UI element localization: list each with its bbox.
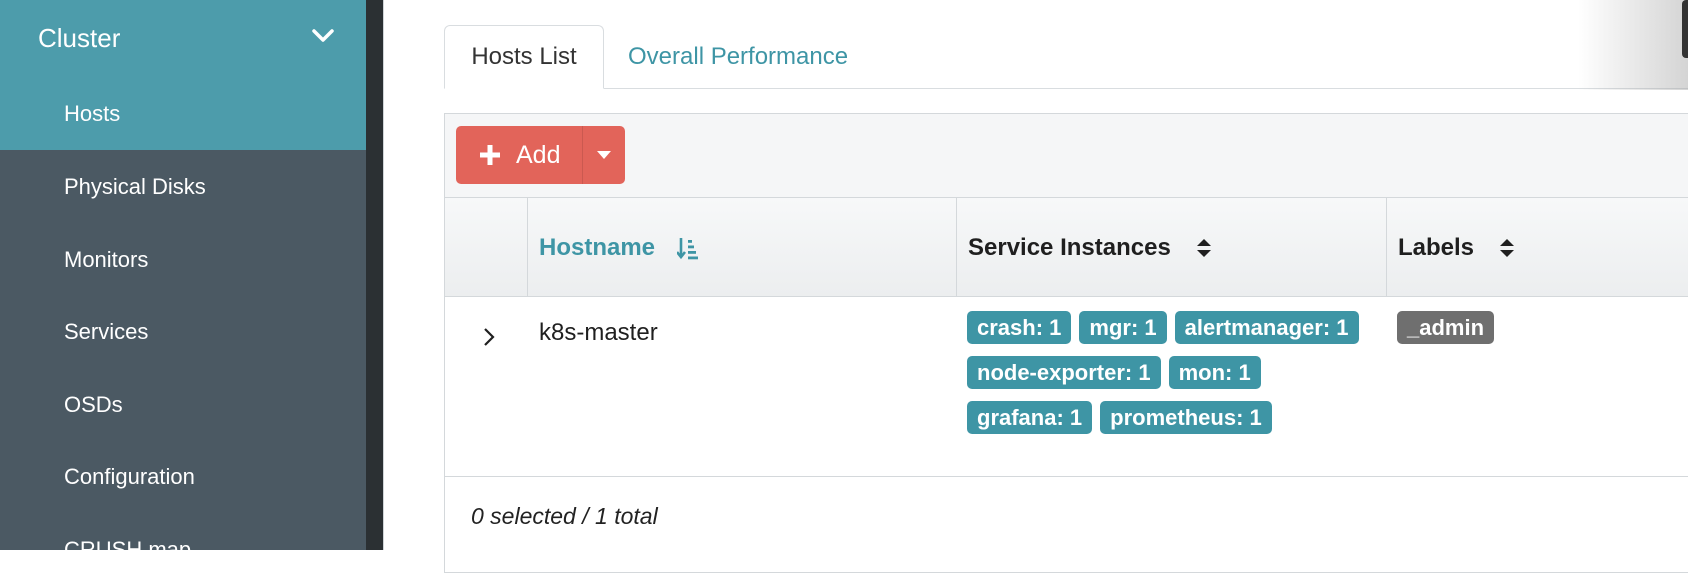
service-badge: grafana: 1 — [967, 401, 1093, 434]
column-header-service-instances[interactable]: Service Instances — [968, 198, 1215, 297]
add-dropdown-toggle[interactable] — [583, 126, 625, 184]
column-header-label: Labels — [1398, 233, 1475, 261]
service-instances-cell: crash: 1 mgr: 1 alertmanager: 1 node-exp… — [967, 311, 1387, 434]
tab-label: Hosts List — [471, 43, 577, 70]
sidebar: Cluster Hosts Physical Disks Monitors Se… — [0, 0, 366, 550]
sidebar-item-crush-map[interactable]: CRUSH map — [0, 514, 366, 550]
hostname-cell: k8s-master — [539, 319, 658, 346]
column-header-hostname[interactable]: Hostname — [539, 198, 699, 297]
column-header-labels[interactable]: Labels — [1398, 198, 1518, 297]
sidebar-item-configuration[interactable]: Configuration — [0, 441, 366, 513]
chevron-down-icon — [312, 29, 334, 42]
window-edge — [1682, 0, 1688, 58]
window-edge-shadow — [1578, 0, 1688, 90]
service-badge: alertmanager: 1 — [1174, 311, 1359, 344]
tab-overall-performance[interactable]: Overall Performance — [628, 25, 848, 89]
sidebar-divider — [383, 0, 384, 550]
sidebar-item-services[interactable]: Services — [0, 296, 366, 368]
column-header-label: Hostname — [539, 233, 656, 261]
plus-icon — [480, 145, 500, 165]
sort-icon — [1196, 238, 1211, 257]
sidebar-item-label: Services — [64, 319, 149, 344]
sidebar-item-cluster[interactable]: Cluster — [0, 0, 366, 76]
table-row[interactable]: k8s-master crash: 1 mgr: 1 alertmanager:… — [445, 297, 1688, 477]
sidebar-item-hosts[interactable]: Hosts — [0, 78, 366, 150]
add-button[interactable]: Add — [456, 126, 583, 184]
caret-down-icon — [597, 150, 611, 159]
column-header-label: Service Instances — [968, 233, 1171, 261]
table-toolbar: Add — [445, 114, 1688, 198]
hosts-table: Add Hostname Service Instances Labels k8… — [444, 113, 1688, 573]
labels-cell: _admin — [1397, 311, 1495, 344]
sort-icon — [1500, 238, 1515, 257]
service-badge: prometheus: 1 — [1100, 401, 1272, 434]
sort-ascending-icon — [677, 237, 699, 259]
selection-summary: 0 selected / 1 total — [471, 503, 658, 529]
add-button-label: Add — [516, 140, 561, 169]
service-badge: mgr: 1 — [1079, 311, 1167, 344]
sidebar-item-physical-disks[interactable]: Physical Disks — [0, 151, 366, 223]
tab-label: Overall Performance — [628, 43, 849, 70]
tab-hosts-list[interactable]: Hosts List — [444, 25, 604, 89]
sidebar-item-osds[interactable]: OSDs — [0, 369, 366, 441]
sidebar-item-label: Physical Disks — [64, 174, 206, 199]
service-badge: node-exporter: 1 — [967, 356, 1161, 389]
chevron-right-icon[interactable] — [479, 327, 499, 347]
label-badge: _admin — [1397, 311, 1495, 344]
sidebar-item-label: CRUSH map — [64, 537, 192, 550]
sidebar-item-label: Hosts — [64, 101, 121, 126]
sidebar-scrollbar[interactable] — [366, 0, 383, 550]
sidebar-item-label: OSDs — [64, 392, 123, 417]
sidebar-item-label: Monitors — [64, 247, 149, 272]
service-badge: mon: 1 — [1168, 356, 1261, 389]
add-button-group: Add — [456, 126, 625, 184]
sidebar-item-monitors[interactable]: Monitors — [0, 224, 366, 296]
sidebar-section-label: Cluster — [38, 22, 121, 53]
service-badge: crash: 1 — [967, 311, 1072, 344]
sidebar-item-label: Configuration — [64, 464, 195, 489]
